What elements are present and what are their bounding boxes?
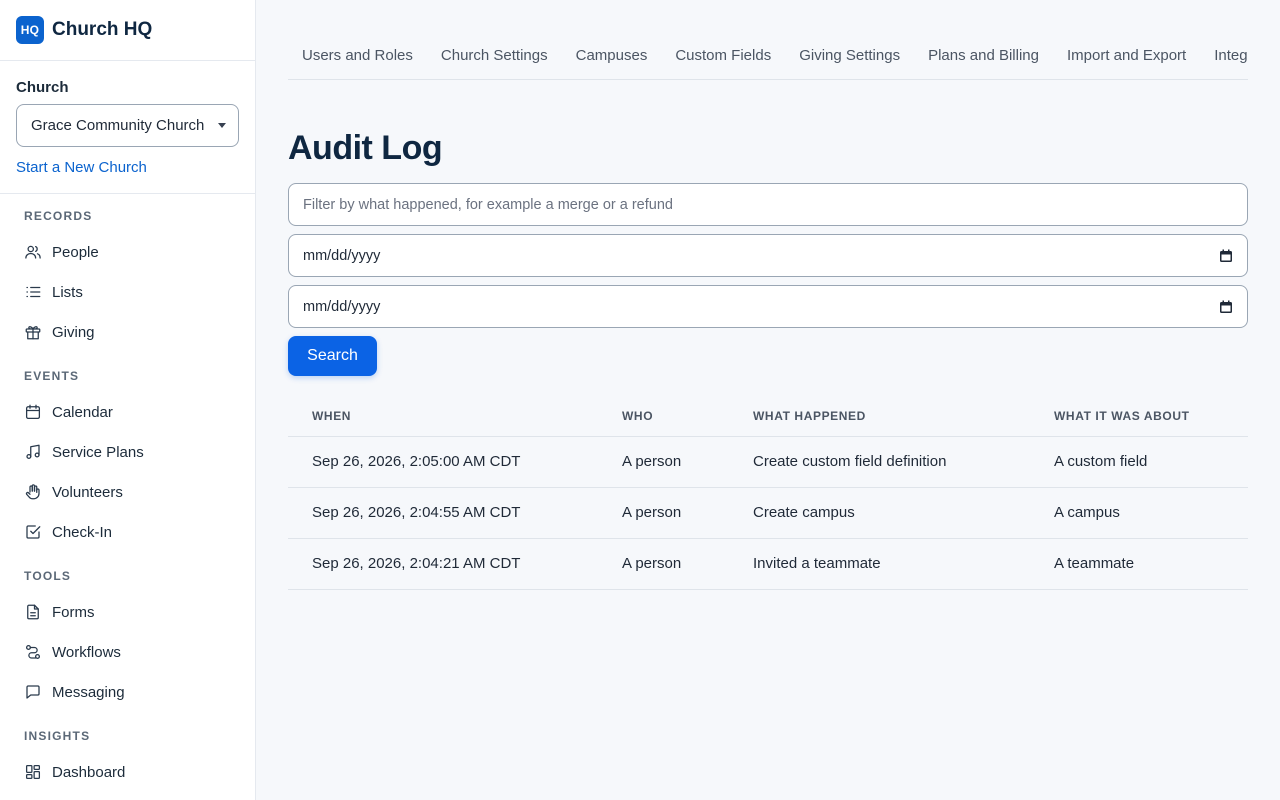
page-title: Audit Log [288, 129, 443, 167]
nav-section-title: INSIGHTS [24, 729, 91, 743]
nav-section-title: RECORDS [24, 209, 93, 223]
start-new-church-link[interactable]: Start a New Church [16, 159, 239, 176]
sidebar-item-giving[interactable]: Giving [0, 312, 255, 352]
search-button[interactable]: Search [288, 336, 377, 376]
tab-church-settings[interactable]: Church Settings [427, 32, 562, 79]
nav-section-title: TOOLS [24, 569, 72, 583]
nav-section-insights: INSIGHTS Dashboard [0, 728, 255, 792]
start-date-field[interactable]: mm/dd/yyyy [288, 234, 1248, 277]
sidebar: HQ Church HQ Church Grace Community Chur… [0, 0, 256, 800]
cell-when: Sep 26, 2026, 2:04:21 AM CDT [288, 538, 622, 590]
tab-users-and-roles[interactable]: Users and Roles [288, 32, 427, 79]
sidebar-item-lists[interactable]: Lists [0, 272, 255, 312]
end-date-value: mm/dd/yyyy [303, 298, 381, 315]
sidebar-item-label: Service Plans [52, 443, 144, 461]
column-header-what-it-was-about: WHAT IT WAS ABOUT [1054, 396, 1248, 437]
sidebar-item-check-in[interactable]: Check-In [0, 512, 255, 552]
list-icon [24, 283, 42, 301]
calendar-icon [24, 403, 42, 421]
church-select[interactable]: Grace Community Church [16, 104, 239, 147]
tab-integrations[interactable]: Integrations [1200, 32, 1248, 79]
sidebar-nav: RECORDS People Lists Giving EVENTS Calen… [0, 194, 255, 792]
sidebar-item-label: People [52, 243, 99, 261]
sidebar-item-volunteers[interactable]: Volunteers [0, 472, 255, 512]
document-icon [24, 603, 42, 621]
sidebar-item-label: Dashboard [52, 763, 126, 781]
calendar-icon[interactable] [1219, 300, 1233, 314]
table-row: Sep 26, 2026, 2:04:21 AM CDT A person In… [288, 538, 1248, 590]
caret-down-icon [218, 123, 226, 128]
cell-who: A person [622, 538, 753, 590]
sidebar-item-service-plans[interactable]: Service Plans [0, 432, 255, 472]
church-select-value: Grace Community Church [31, 117, 205, 134]
tab-custom-fields[interactable]: Custom Fields [661, 32, 785, 79]
sidebar-item-label: Check-In [52, 523, 113, 541]
sidebar-item-forms[interactable]: Forms [0, 592, 255, 632]
tab-giving-settings[interactable]: Giving Settings [785, 32, 914, 79]
message-icon [24, 683, 42, 701]
sidebar-item-label: Giving [52, 323, 95, 341]
cell-what-happened: Create campus [753, 487, 1054, 539]
brand-logo: HQ [16, 16, 44, 44]
church-switcher: Church Grace Community Church Start a Ne… [0, 61, 255, 194]
people-icon [24, 243, 42, 261]
nav-section-title: EVENTS [24, 369, 80, 383]
sidebar-item-label: Lists [52, 283, 83, 301]
cell-what-happened: Create custom field definition [753, 436, 1054, 488]
tab-campuses[interactable]: Campuses [562, 32, 662, 79]
hand-icon [24, 483, 42, 501]
sidebar-item-dashboard[interactable]: Dashboard [0, 752, 255, 792]
sidebar-item-label: Forms [52, 603, 95, 621]
church-label: Church [16, 79, 69, 96]
cell-what-it-was-about: A teammate [1054, 538, 1248, 590]
cell-when: Sep 26, 2026, 2:04:55 AM CDT [288, 487, 622, 539]
cell-what-happened: Invited a teammate [753, 538, 1054, 590]
music-note-icon [24, 443, 42, 461]
sidebar-item-label: Workflows [52, 643, 121, 661]
cell-who: A person [622, 487, 753, 539]
calendar-icon[interactable] [1219, 249, 1233, 263]
table-row: Sep 26, 2026, 2:04:55 AM CDT A person Cr… [288, 487, 1248, 539]
column-header-when: WHEN [288, 396, 622, 437]
sidebar-item-label: Calendar [52, 403, 113, 421]
sidebar-item-workflows[interactable]: Workflows [0, 632, 255, 672]
workflow-icon [24, 643, 42, 661]
audit-log-table: WHEN WHO WHAT HAPPENED WHAT IT WAS ABOUT… [288, 396, 1248, 590]
start-date-value: mm/dd/yyyy [303, 247, 381, 264]
column-header-who: WHO [622, 396, 753, 437]
table-header-row: WHEN WHO WHAT HAPPENED WHAT IT WAS ABOUT [288, 396, 1248, 437]
brand[interactable]: HQ Church HQ [0, 0, 255, 61]
sidebar-item-calendar[interactable]: Calendar [0, 392, 255, 432]
end-date-field[interactable]: mm/dd/yyyy [288, 285, 1248, 328]
brand-name: Church HQ [52, 19, 153, 40]
gift-icon [24, 323, 42, 341]
sidebar-item-people[interactable]: People [0, 232, 255, 272]
nav-section-tools: TOOLS Forms Workflows Messaging [0, 568, 255, 712]
cell-what-it-was-about: A campus [1054, 487, 1248, 539]
nav-section-records: RECORDS People Lists Giving [0, 208, 255, 352]
column-header-what-happened: WHAT HAPPENED [753, 396, 1054, 437]
filter-input[interactable] [288, 183, 1248, 226]
sidebar-item-messaging[interactable]: Messaging [0, 672, 255, 712]
sidebar-item-label: Messaging [52, 683, 125, 701]
main-content: Users and Roles Church Settings Campuses… [288, 0, 1248, 590]
sidebar-item-label: Volunteers [52, 483, 123, 501]
tab-plans-and-billing[interactable]: Plans and Billing [914, 32, 1053, 79]
nav-section-events: EVENTS Calendar Service Plans Volunteers… [0, 368, 255, 552]
settings-tabs: Users and Roles Church Settings Campuses… [288, 32, 1248, 80]
cell-what-it-was-about: A custom field [1054, 436, 1248, 488]
cell-when: Sep 26, 2026, 2:05:00 AM CDT [288, 436, 622, 488]
cell-who: A person [622, 436, 753, 488]
table-row: Sep 26, 2026, 2:05:00 AM CDT A person Cr… [288, 436, 1248, 488]
tab-import-and-export[interactable]: Import and Export [1053, 32, 1200, 79]
checkbox-icon [24, 523, 42, 541]
dashboard-icon [24, 763, 42, 781]
